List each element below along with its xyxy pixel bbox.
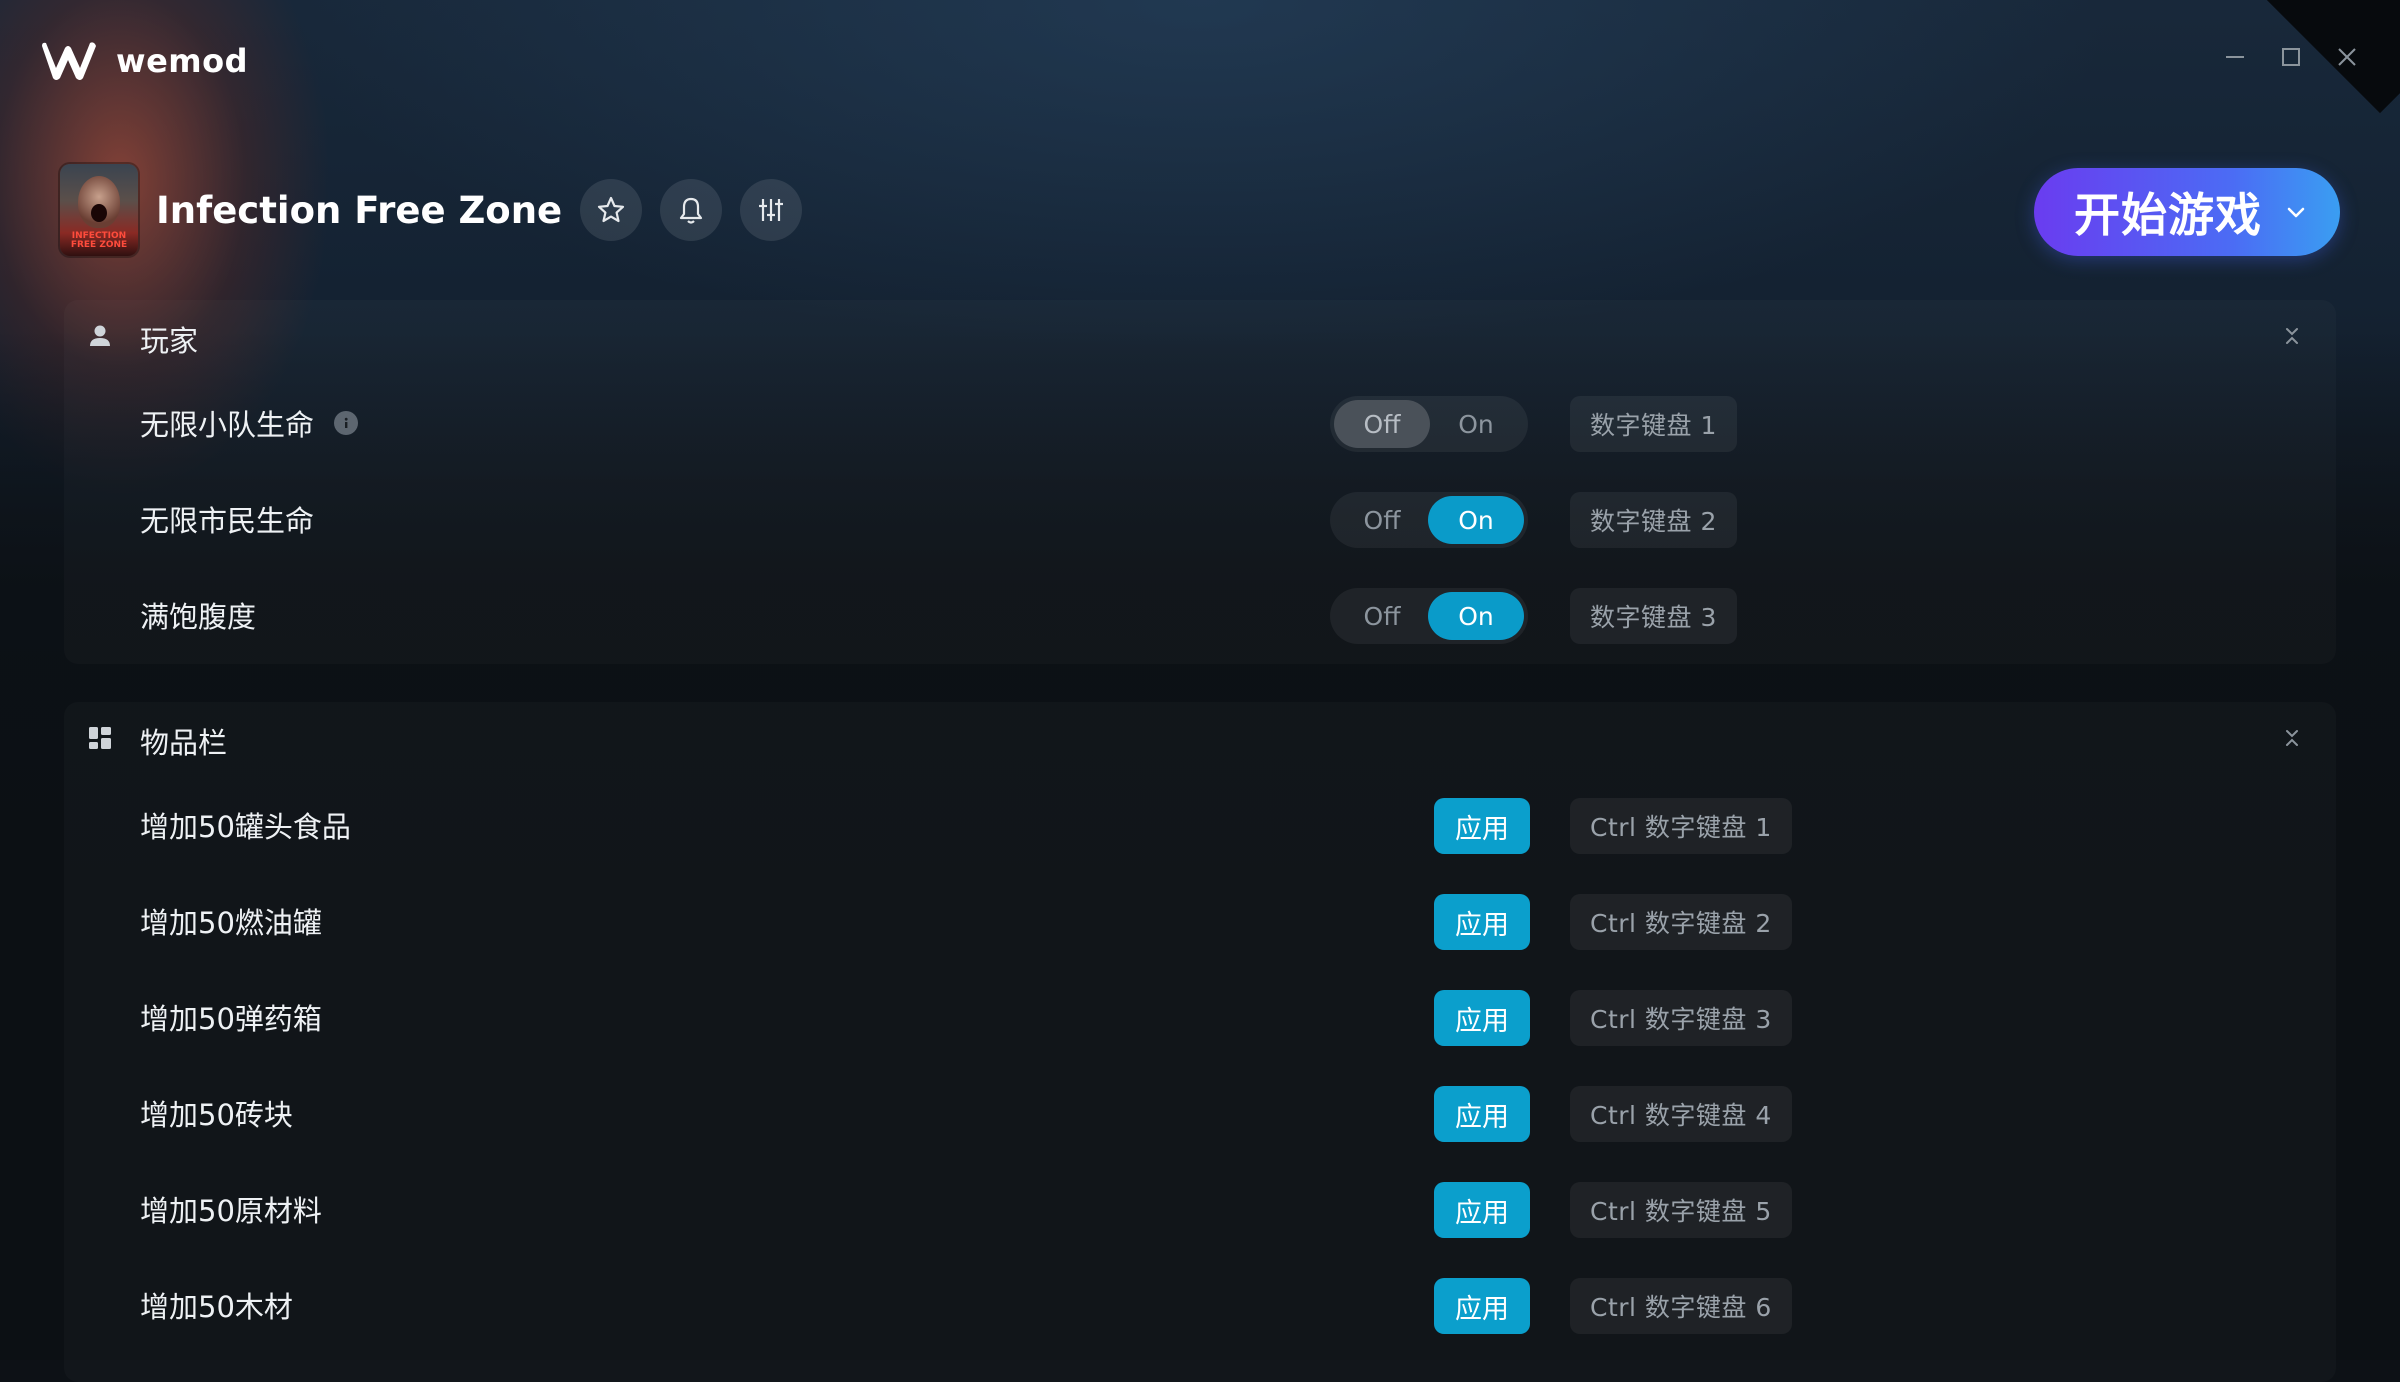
cheat-label: 增加50弹药箱	[140, 996, 322, 1038]
inventory-section-header[interactable]: 物品栏	[64, 702, 2336, 774]
window-controls	[2222, 44, 2360, 70]
hotkey-badge[interactable]: 数字键盘 3	[1570, 588, 1737, 644]
toggle-off-option[interactable]: Off	[1334, 592, 1430, 640]
title-bar: wemod	[0, 0, 2400, 120]
hotkey-badge[interactable]: 数字键盘 1	[1570, 396, 1737, 452]
star-icon	[598, 196, 625, 223]
toggle-on-option[interactable]: On	[1428, 592, 1524, 640]
play-game-button[interactable]: 开始游戏	[2034, 168, 2340, 256]
apply-button[interactable]: 应用	[1434, 1278, 1530, 1334]
cheat-row-add-canned-food: 增加50罐头食品 应用 Ctrl 数字键盘 1	[64, 776, 2336, 872]
apply-button[interactable]: 应用	[1434, 894, 1530, 950]
cheat-name: 满饱腹度	[140, 600, 257, 634]
chevron-down-icon[interactable]	[2284, 200, 2308, 224]
hotkey-badge[interactable]: Ctrl 数字键盘 1	[1570, 798, 1792, 854]
hotkey-badge[interactable]: Ctrl 数字键盘 3	[1570, 990, 1792, 1046]
game-title: Infection Free Zone	[156, 188, 563, 232]
apply-button[interactable]: 应用	[1434, 1182, 1530, 1238]
maximize-icon[interactable]	[2278, 44, 2304, 70]
sliders-icon	[759, 199, 784, 221]
cheat-label: 增加50木材	[140, 1284, 293, 1326]
toggle-on-option[interactable]: On	[1428, 400, 1524, 448]
apply-button[interactable]: 应用	[1434, 798, 1530, 854]
players-section: 玩家 无限小队生命 Off On 数字键盘 1 无限市民生命 Off On 数字…	[64, 300, 2336, 664]
play-button-label: 开始游戏	[2074, 188, 2262, 242]
cover-art-mouth	[91, 204, 107, 222]
game-header: INFECTION FREE ZONE Infection Free Zone	[60, 162, 803, 258]
cheat-label: 无限市民生命	[140, 498, 314, 540]
collapse-icon[interactable]	[2280, 726, 2304, 750]
info-icon[interactable]	[334, 411, 359, 435]
cheat-name: 增加50弹药箱	[140, 1002, 322, 1036]
section-title: 玩家	[140, 324, 199, 358]
cheat-label: 增加50原材料	[140, 1188, 322, 1230]
cheat-label: 增加50砖块	[140, 1092, 293, 1134]
grid-icon	[89, 727, 111, 749]
mod-settings-button[interactable]	[740, 179, 803, 241]
cheat-name: 增加50原材料	[140, 1194, 322, 1228]
cheat-row-add-ammo-boxes: 增加50弹药箱 应用 Ctrl 数字键盘 3	[64, 968, 2336, 1064]
apply-button[interactable]: 应用	[1434, 1086, 1530, 1142]
app-logo: wemod	[38, 38, 248, 84]
cheat-row-add-raw-materials: 增加50原材料 应用 Ctrl 数字键盘 5	[64, 1160, 2336, 1256]
hotkey-badge[interactable]: Ctrl 数字键盘 4	[1570, 1086, 1792, 1142]
hotkey-badge[interactable]: Ctrl 数字键盘 5	[1570, 1182, 1792, 1238]
wemod-logo-icon	[42, 42, 96, 80]
cheat-toggle[interactable]: Off On	[1330, 588, 1528, 644]
cover-title-text: INFECTION FREE ZONE	[70, 231, 128, 250]
toggle-off-option[interactable]: Off	[1334, 496, 1430, 544]
notifications-button[interactable]	[660, 179, 723, 241]
cheat-row-add-bricks: 增加50砖块 应用 Ctrl 数字键盘 4	[64, 1064, 2336, 1160]
section-title: 物品栏	[140, 726, 228, 760]
hotkey-badge[interactable]: Ctrl 数字键盘 2	[1570, 894, 1792, 950]
players-section-header[interactable]: 玩家	[64, 300, 2336, 372]
cheat-row-add-wood: 增加50木材 应用 Ctrl 数字键盘 6	[64, 1256, 2336, 1352]
cheat-row-add-fuel-cans: 增加50燃油罐 应用 Ctrl 数字键盘 2	[64, 872, 2336, 968]
minimize-icon[interactable]	[2222, 44, 2248, 70]
cheat-label: 增加50燃油罐	[140, 900, 322, 942]
inventory-section: 物品栏 增加50罐头食品 应用 Ctrl 数字键盘 1 增加50燃油罐 应用 C…	[64, 702, 2336, 1382]
cheat-row-full-satiety: 满饱腹度 Off On 数字键盘 3	[64, 566, 2336, 662]
app-name: wemod	[116, 42, 248, 80]
hotkey-badge[interactable]: 数字键盘 2	[1570, 492, 1737, 548]
favorite-button[interactable]	[580, 179, 643, 241]
cheat-label: 增加50罐头食品	[140, 804, 351, 846]
cheat-toggle[interactable]: Off On	[1330, 396, 1528, 452]
hotkey-badge[interactable]: Ctrl 数字键盘 6	[1570, 1278, 1792, 1334]
cheat-name: 增加50罐头食品	[140, 810, 351, 844]
apply-button[interactable]: 应用	[1434, 990, 1530, 1046]
cheat-row-infinite-citizen-health: 无限市民生命 Off On 数字键盘 2	[64, 470, 2336, 566]
collapse-icon[interactable]	[2280, 324, 2304, 348]
cheat-name: 增加50砖块	[140, 1098, 293, 1132]
toggle-off-option[interactable]: Off	[1334, 400, 1430, 448]
cheat-label: 无限小队生命	[140, 402, 359, 444]
toggle-on-option[interactable]: On	[1428, 496, 1524, 544]
cheat-name: 增加50燃油罐	[140, 906, 322, 940]
cheat-label: 满饱腹度	[140, 594, 256, 636]
cheat-toggle[interactable]: Off On	[1330, 492, 1528, 548]
close-icon[interactable]	[2334, 44, 2360, 70]
user-icon	[90, 325, 110, 346]
cheat-name: 增加50木材	[140, 1290, 293, 1324]
cheat-name: 无限市民生命	[140, 504, 315, 538]
cheat-row-infinite-squad-health: 无限小队生命 Off On 数字键盘 1	[64, 374, 2336, 470]
cheat-name: 无限小队生命	[140, 408, 315, 442]
game-cover-image: INFECTION FREE ZONE	[60, 164, 138, 256]
bell-icon	[680, 197, 703, 224]
